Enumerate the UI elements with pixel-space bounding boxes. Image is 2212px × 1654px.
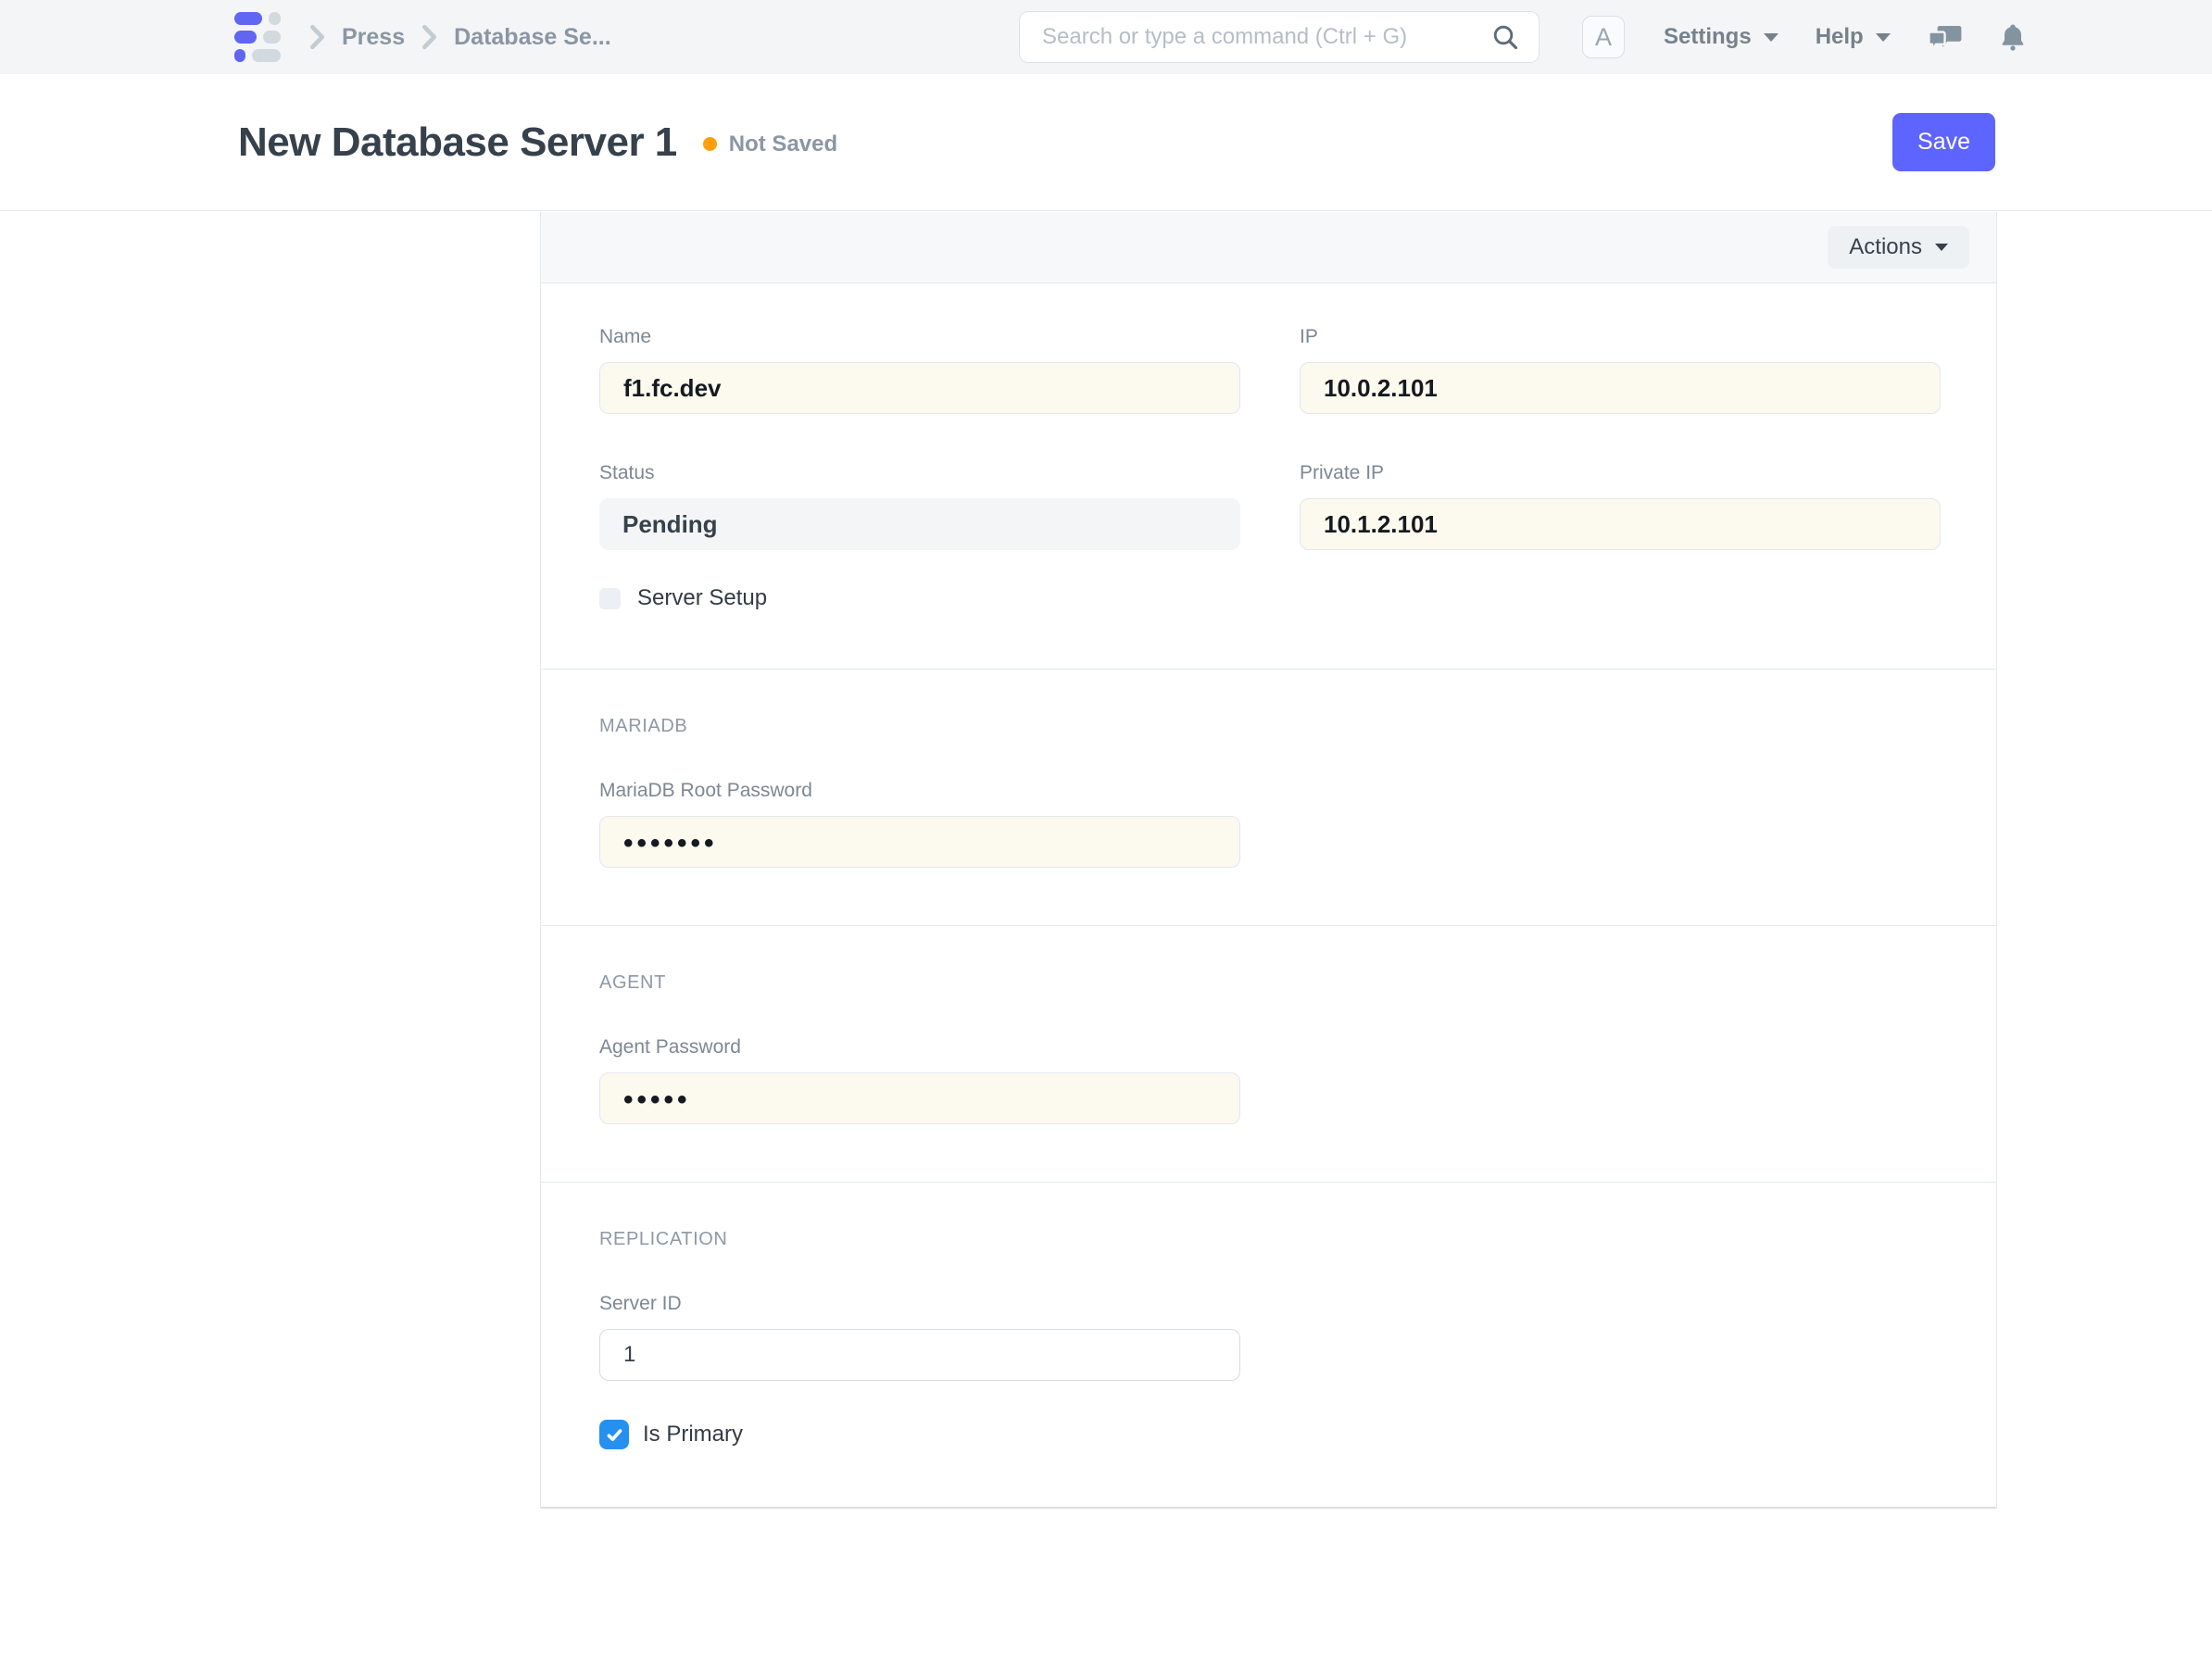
- chevron-down-icon: [1876, 33, 1891, 42]
- form-card: Name IP Status Pending Private IP: [541, 283, 1996, 1509]
- agent-password-label: Agent Password: [599, 1036, 1941, 1059]
- server-setup-checkbox[interactable]: [599, 588, 621, 609]
- global-search: [1019, 11, 1540, 63]
- agent-password-input[interactable]: [599, 1072, 1240, 1124]
- section-mariadb: MARIADB MariaDB Root Password: [541, 669, 1996, 925]
- settings-menu[interactable]: Settings: [1664, 24, 1778, 50]
- field-ip: IP: [1300, 326, 1941, 414]
- chat-icon[interactable]: [1927, 20, 1964, 54]
- name-label: Name: [599, 326, 1240, 348]
- private-ip-label: Private IP: [1300, 462, 1941, 484]
- is-primary-label: Is Primary: [643, 1422, 743, 1447]
- name-input[interactable]: [599, 362, 1240, 414]
- ip-input[interactable]: [1300, 362, 1941, 414]
- mariadb-root-password-label: MariaDB Root Password: [599, 780, 1941, 802]
- breadcrumb-item-press[interactable]: Press: [342, 24, 405, 51]
- unsaved-indicator-dot: [703, 137, 717, 151]
- navbar-right-cluster: A Settings Help: [1582, 0, 2044, 74]
- user-avatar[interactable]: A: [1582, 16, 1625, 58]
- replication-section-heading: REPLICATION: [599, 1229, 1941, 1250]
- page-header: New Database Server 1 Not Saved Save: [0, 74, 2212, 211]
- field-name: Name: [599, 326, 1240, 414]
- section-overview: Name IP Status Pending Private IP: [541, 283, 1996, 669]
- page-toolbar: Actions: [541, 212, 1996, 283]
- global-search-input[interactable]: [1042, 24, 1490, 50]
- field-agent-password: Agent Password: [599, 1036, 1941, 1124]
- settings-menu-label: Settings: [1664, 24, 1752, 50]
- server-id-input[interactable]: [599, 1329, 1240, 1381]
- section-replication: REPLICATION Server ID Is Primary: [541, 1182, 1996, 1507]
- mariadb-section-heading: MARIADB: [599, 716, 1941, 737]
- server-setup-label: Server Setup: [637, 585, 767, 611]
- help-menu[interactable]: Help: [1816, 24, 1891, 50]
- actions-button-label: Actions: [1849, 234, 1922, 260]
- mariadb-root-password-input[interactable]: [599, 816, 1240, 868]
- status-label: Status: [599, 462, 1240, 484]
- field-server-id: Server ID: [599, 1293, 1941, 1381]
- field-status: Status Pending: [599, 462, 1240, 550]
- chevron-right-icon: [308, 23, 327, 51]
- chevron-down-icon: [1764, 33, 1778, 42]
- actions-button[interactable]: Actions: [1828, 226, 1969, 269]
- section-agent: AGENT Agent Password: [541, 925, 1996, 1182]
- notifications-bell-icon[interactable]: [1999, 21, 2027, 53]
- save-button[interactable]: Save: [1892, 113, 1995, 171]
- chevron-right-icon: [420, 23, 439, 51]
- chevron-down-icon: [1935, 244, 1948, 251]
- navbar: Press Database Se... A Settings Help: [0, 0, 2212, 74]
- ip-label: IP: [1300, 326, 1941, 348]
- field-is-primary: Is Primary: [599, 1420, 1941, 1449]
- field-private-ip: Private IP: [1300, 462, 1941, 550]
- page-title: New Database Server 1: [238, 119, 677, 166]
- search-icon: [1490, 22, 1520, 52]
- unsaved-indicator-label: Not Saved: [729, 132, 837, 157]
- private-ip-input[interactable]: [1300, 498, 1941, 550]
- breadcrumb: Press Database Se...: [308, 0, 626, 74]
- is-primary-checkbox[interactable]: [599, 1420, 629, 1449]
- breadcrumb-item-database-servers[interactable]: Database Se...: [454, 24, 611, 51]
- form-page: Actions Name IP Status Pending: [540, 212, 1997, 1509]
- unsaved-indicator: Not Saved: [703, 132, 837, 157]
- app-logo-icon[interactable]: [234, 12, 281, 62]
- field-server-setup: Server Setup: [599, 585, 1941, 611]
- field-mariadb-root-password: MariaDB Root Password: [599, 780, 1941, 868]
- help-menu-label: Help: [1816, 24, 1864, 50]
- agent-section-heading: AGENT: [599, 972, 1941, 994]
- status-value: Pending: [599, 498, 1240, 550]
- server-id-label: Server ID: [599, 1293, 1941, 1315]
